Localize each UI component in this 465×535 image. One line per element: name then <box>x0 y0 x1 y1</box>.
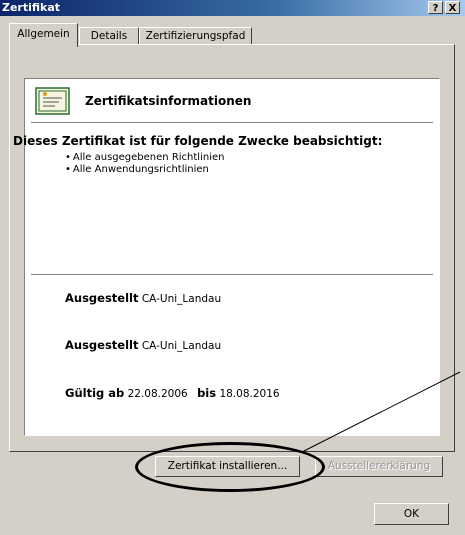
pointer-line <box>301 371 461 453</box>
tab-allgemein[interactable]: Allgemein <box>9 23 78 47</box>
